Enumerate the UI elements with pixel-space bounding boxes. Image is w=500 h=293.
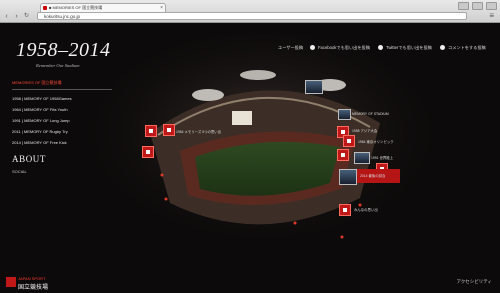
address-bar[interactable]: kokuritsu.jnc.go.jp: [37, 12, 467, 20]
sidebar-item-2011[interactable]: 2011 | MEMORY OF Rugby Try: [12, 129, 68, 134]
memory-marker[interactable]: [163, 124, 175, 136]
tab-close-icon[interactable]: ×: [160, 4, 163, 12]
memory-label: 1958 アジア大会: [352, 129, 378, 133]
sidebar-divider: [12, 89, 112, 90]
floodlight-left: [192, 89, 224, 101]
accessibility-link[interactable]: アクセシビリティ: [456, 279, 492, 285]
sidebar-item-1958[interactable]: 1958 | MEMORY OF 1958Games: [12, 96, 72, 101]
nav-comment[interactable]: コメントをする投稿: [440, 45, 486, 51]
back-arrow-icon[interactable]: ‹: [3, 13, 10, 20]
memory-photo[interactable]: [338, 109, 351, 120]
stadium-logo[interactable]: JAPAN SPORT 国立競技場: [6, 275, 49, 291]
stadium-logo-mark: [6, 277, 16, 287]
stadium-logo-top: JAPAN SPORT: [18, 276, 46, 281]
memory-label: みんなの思い出: [354, 208, 378, 212]
site-logo-subtitle: Remember Our Stadium: [36, 63, 80, 68]
facebook-icon: [310, 45, 315, 51]
memory-marker[interactable]: [142, 146, 154, 158]
sidebar-item-2014[interactable]: 2014 | MEMORY OF Free Kick: [12, 140, 67, 145]
about-social-link[interactable]: SOCIAL: [12, 169, 27, 174]
reload-icon[interactable]: ↻: [23, 13, 30, 20]
scoreboard: [232, 111, 252, 125]
forward-arrow-icon[interactable]: ›: [13, 13, 20, 20]
floodlight-center: [240, 70, 276, 80]
sidebar-item-1991[interactable]: 1991 | MEMORY OF Long Jump: [12, 118, 70, 123]
minimize-button[interactable]: [458, 2, 469, 10]
memory-photo[interactable]: [305, 80, 323, 94]
nav-twitter[interactable]: Twitterでも思い出を投稿: [378, 45, 432, 51]
browser-chrome: ■ MEMORIES OF 国立競技場 × ‹ › ↻ kokuritsu.jn…: [0, 0, 500, 23]
memory-marker[interactable]: [337, 149, 349, 161]
memory-label: 2014 最後の試合: [360, 174, 386, 178]
memory-label: 1964 メモリーズ 5つの思い出: [176, 130, 222, 134]
tab-title: ■ MEMORIES OF 国立競技場: [49, 5, 103, 10]
memory-label: 1991 世界陸上: [371, 156, 394, 160]
memory-label: MEMORY OF STADIUM: [352, 112, 389, 116]
twitter-icon: [378, 45, 383, 51]
nav-facebook[interactable]: Facebookでも思い出を投稿: [310, 45, 370, 51]
memory-marker[interactable]: [339, 204, 351, 216]
menu-icon[interactable]: ≡: [489, 12, 494, 20]
favicon-icon: [43, 6, 47, 10]
site-logo[interactable]: 1958–2014: [16, 39, 111, 62]
comment-icon: [440, 45, 445, 51]
about-heading[interactable]: ABOUT: [12, 154, 46, 164]
close-window-button[interactable]: [486, 2, 497, 10]
page-content: 1958–2014 Remember Our Stadium ユーザー投稿 Fa…: [0, 23, 500, 293]
memory-photo[interactable]: [354, 152, 370, 164]
sidebar-heading[interactable]: MEMORIES OF 国立競技場: [12, 80, 62, 86]
browser-tab[interactable]: ■ MEMORIES OF 国立競技場 ×: [40, 3, 166, 12]
sidebar-item-1964[interactable]: 1964 | MEMORY OF Fifa Youth: [12, 107, 68, 112]
maximize-button[interactable]: [472, 2, 483, 10]
memory-marker[interactable]: [145, 125, 157, 137]
memory-label: 1964 東京オリンピック: [358, 140, 394, 144]
window-controls: [458, 2, 497, 10]
stadium-logo-bottom: 国立競技場: [18, 285, 49, 291]
memory-marker[interactable]: [343, 135, 355, 147]
nav-user-posts[interactable]: ユーザー投稿: [278, 45, 303, 51]
memory-photo[interactable]: [339, 169, 357, 185]
